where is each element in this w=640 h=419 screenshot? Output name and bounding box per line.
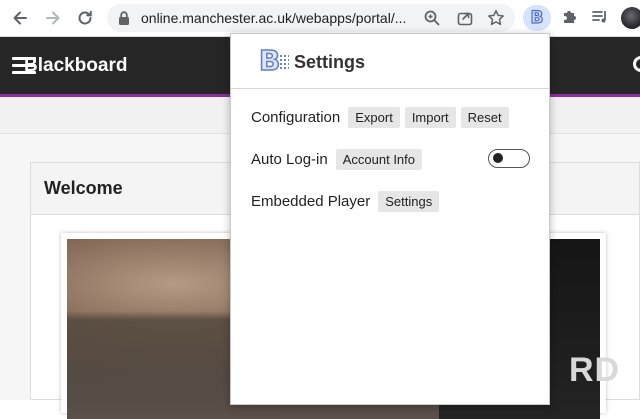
- address-bar[interactable]: online.manchester.ac.uk/webapps/portal/.…: [107, 4, 515, 32]
- reload-icon[interactable]: [73, 6, 97, 30]
- reset-button[interactable]: Reset: [460, 106, 509, 128]
- toggle-knob: [493, 153, 503, 163]
- auto-login-row: Auto Log-in Account Info: [251, 148, 427, 170]
- blackboard-extension-button[interactable]: B: [523, 5, 551, 31]
- forward-arrow-icon[interactable]: [41, 6, 65, 30]
- banner-text: RD: [569, 351, 621, 389]
- url-text: online.manchester.ac.uk/webapps/portal/.…: [141, 10, 407, 26]
- zoom-icon[interactable]: [423, 9, 441, 27]
- reading-list-icon[interactable]: [591, 8, 609, 26]
- popup-title: Settings: [294, 52, 366, 72]
- browser-toolbar: online.manchester.ac.uk/webapps/portal/.…: [0, 0, 640, 37]
- configuration-row: Configuration Export Import Reset: [251, 106, 514, 128]
- back-arrow-icon[interactable]: [8, 6, 32, 30]
- account-info-button[interactable]: Account Info: [335, 148, 423, 170]
- configuration-label: Configuration: [251, 108, 341, 126]
- puzzle-extensions-icon[interactable]: [561, 8, 579, 26]
- export-button[interactable]: Export: [348, 106, 400, 128]
- site-title[interactable]: Blackboard: [24, 55, 127, 77]
- embedded-player-label: Embedded Player: [251, 192, 371, 210]
- bookmark-star-icon[interactable]: [487, 9, 505, 27]
- popup-header: B Settings: [231, 34, 549, 89]
- auto-login-label: Auto Log-in: [251, 150, 328, 168]
- auto-login-toggle[interactable]: [488, 149, 530, 168]
- share-icon[interactable]: [456, 9, 474, 27]
- embedded-player-row: Embedded Player Settings: [251, 190, 444, 212]
- player-settings-button[interactable]: Settings: [378, 190, 440, 212]
- extension-settings-popup: B Settings Configuration Export Import R…: [230, 33, 550, 405]
- import-button[interactable]: Import: [404, 106, 456, 128]
- profile-avatar[interactable]: [621, 7, 640, 29]
- extension-logo-icon: B: [530, 7, 544, 28]
- extension-logo-icon: B: [258, 44, 281, 77]
- lock-icon[interactable]: [117, 10, 131, 26]
- welcome-heading: Welcome: [44, 178, 123, 198]
- logo-dots-decoration: [279, 54, 289, 70]
